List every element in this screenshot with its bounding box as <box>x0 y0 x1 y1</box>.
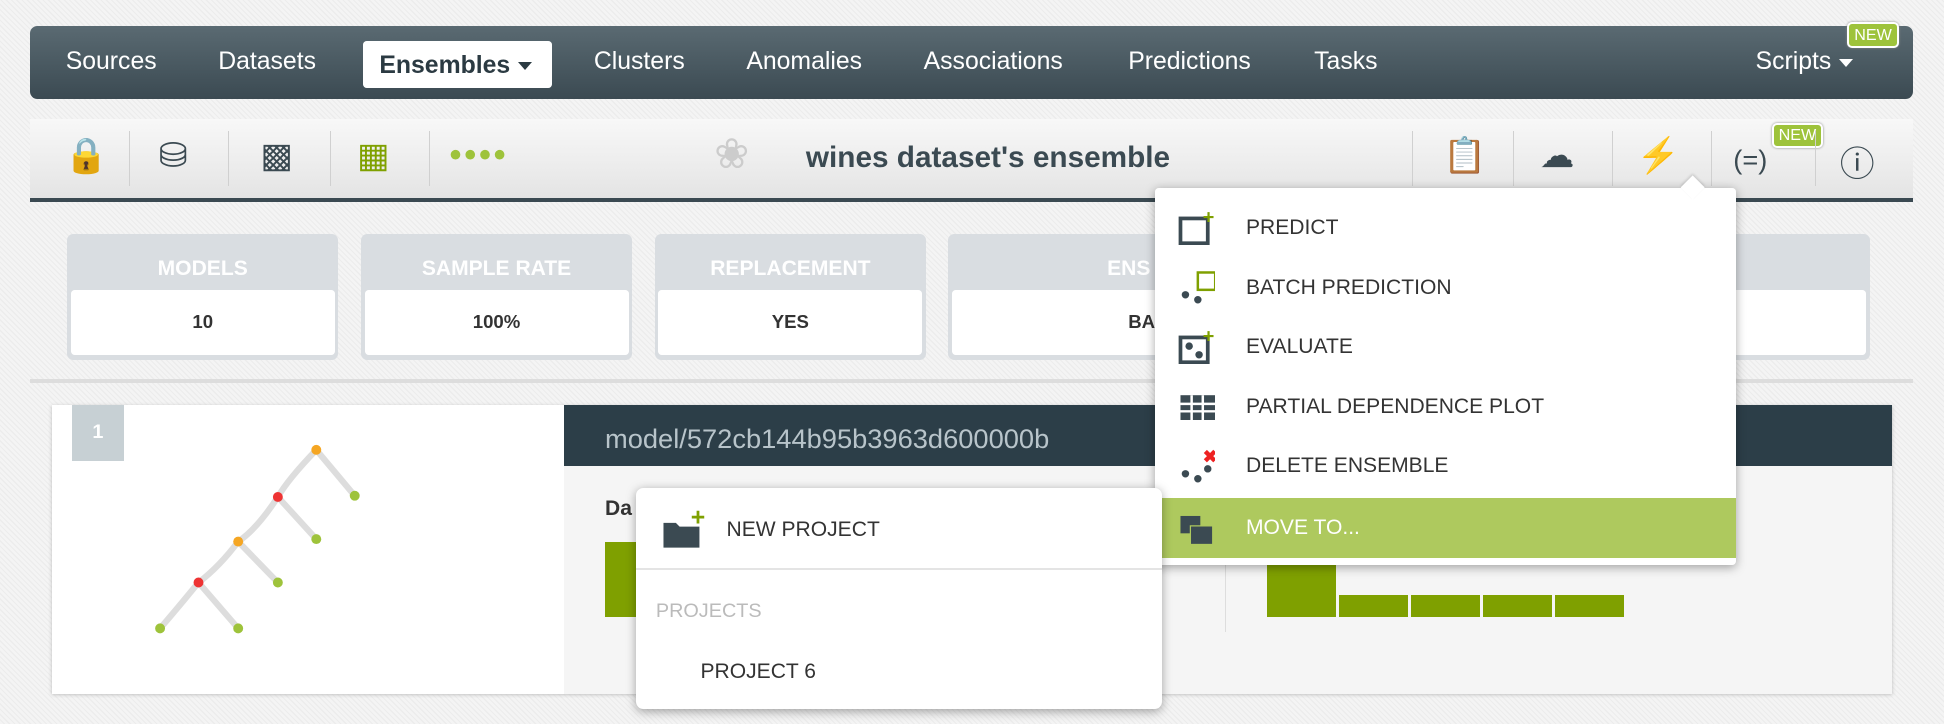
chevron-down-icon <box>517 62 532 71</box>
menu-item-partial-dependence-plot[interactable]: PARTIAL DEPENDENCE PLOT <box>1155 377 1735 437</box>
card-label: SAMPLE RATE <box>421 256 572 280</box>
info-icon[interactable]: ⓘ <box>1840 136 1875 186</box>
model-id[interactable]: model/572cb144b95b3963d600000b <box>605 423 1049 455</box>
card-value: YES <box>658 290 923 355</box>
nav-associations[interactable]: Associations <box>924 48 1063 76</box>
lock-icon[interactable]: 🔒 <box>64 136 107 176</box>
chevron-down-icon <box>1838 58 1853 68</box>
nav-predictions[interactable]: Predictions <box>1128 48 1251 76</box>
ensemble-icon: ❀ <box>714 129 750 177</box>
card-label: MODELS <box>157 256 248 280</box>
cloud-download-icon[interactable]: ☁ <box>1540 136 1575 176</box>
clipboard-download-icon[interactable]: 📋 <box>1443 136 1486 176</box>
actions-menu: + PREDICT BATCH PREDICTION + EVALUATE PART… <box>1155 174 1736 566</box>
nav-clusters[interactable]: Clusters <box>594 48 685 76</box>
menu-item-predict[interactable]: + PREDICT <box>1155 198 1735 258</box>
page-title: wines dataset's ensemble <box>805 141 1171 175</box>
new-folder-icon: + <box>663 508 705 548</box>
section-title: Da <box>605 497 632 521</box>
histogram-bar <box>1410 595 1481 618</box>
svg-text:+: + <box>1203 211 1215 228</box>
menu-item-delete-ensemble[interactable]: ✖ DELETE ENSEMBLE <box>1155 436 1735 496</box>
menu-item-evaluate[interactable]: + EVALUATE <box>1155 317 1735 377</box>
card-replacement: REPLACEMENT YES <box>654 234 927 360</box>
card-label: REPLACEMENT <box>710 256 871 280</box>
new-project-label: NEW PROJECT <box>726 518 880 542</box>
menu-item-label: PREDICT <box>1245 216 1339 240</box>
histogram-bar <box>605 541 638 618</box>
svg-text:+: + <box>1203 330 1215 347</box>
menu-item-label: PARTIAL DEPENDENCE PLOT <box>1245 394 1545 418</box>
svg-text:✖: ✖ <box>1203 449 1215 467</box>
card-models: MODELS 10 <box>66 234 339 360</box>
card-value: 100% <box>364 290 629 355</box>
formula-icon[interactable]: (=) <box>1733 144 1767 176</box>
histogram-bar <box>1554 595 1625 618</box>
menu-item-move-to[interactable]: MOVE TO... <box>1155 498 1736 558</box>
projects-header: PROJECTS <box>655 600 762 623</box>
predict-icon: + <box>1178 211 1215 245</box>
nav-scripts[interactable]: Scripts <box>1756 48 1853 76</box>
card-sample-rate: SAMPLE RATE 100% <box>360 234 633 360</box>
chart-search-icon[interactable]: ▩ <box>260 136 293 176</box>
histogram-bar <box>1267 564 1337 618</box>
nav-datasets[interactable]: Datasets <box>218 48 316 76</box>
nav-anomalies[interactable]: Anomalies <box>746 48 862 76</box>
dataset-search-icon[interactable]: ⛁ <box>159 136 188 176</box>
histogram-bar <box>1338 595 1409 618</box>
evaluate-icon: + <box>1178 330 1215 364</box>
actions-icon[interactable]: ⚡ <box>1637 136 1680 176</box>
svg-text:+: + <box>691 508 705 531</box>
menu-item-label: MOVE TO... <box>1245 516 1360 540</box>
menu-item-label: DELETE ENSEMBLE <box>1245 454 1449 478</box>
model-index: 1 <box>71 405 124 462</box>
new-badge: NEW <box>1847 22 1899 48</box>
batch-prediction-icon <box>1181 271 1215 304</box>
nav-ensembles-label: Ensembles <box>379 51 511 79</box>
move-to-submenu: + NEW PROJECT PROJECTS PROJECT 6 <box>636 488 1162 710</box>
move-folder-icon <box>1180 515 1214 545</box>
nav-scripts-label: Scripts <box>1755 48 1832 76</box>
top-nav: Sources Datasets Ensembles Clusters Anom… <box>29 26 1913 100</box>
app: Sources Datasets Ensembles Clusters Anom… <box>0 0 1944 724</box>
nav-sources[interactable]: Sources <box>66 48 157 76</box>
project-item[interactable]: PROJECT 6 <box>700 660 815 684</box>
delete-ensemble-icon: ✖ <box>1181 449 1215 483</box>
new-project-button[interactable]: + NEW PROJECT <box>636 496 1162 568</box>
tree-icon <box>154 445 360 634</box>
histogram-bar <box>1482 595 1553 618</box>
menu-item-label: BATCH PREDICTION <box>1245 275 1452 299</box>
more-dots-icon[interactable]: ●●●● <box>449 141 508 167</box>
grid-icon <box>1180 395 1215 421</box>
nav-ensembles[interactable]: Ensembles <box>363 40 552 89</box>
card-value: 10 <box>70 290 335 355</box>
fields-icon[interactable]: ▦ <box>357 136 390 176</box>
nav-tasks[interactable]: Tasks <box>1314 48 1377 76</box>
menu-item-label: EVALUATE <box>1245 335 1353 359</box>
menu-item-batch-prediction[interactable]: BATCH PREDICTION <box>1155 258 1735 318</box>
